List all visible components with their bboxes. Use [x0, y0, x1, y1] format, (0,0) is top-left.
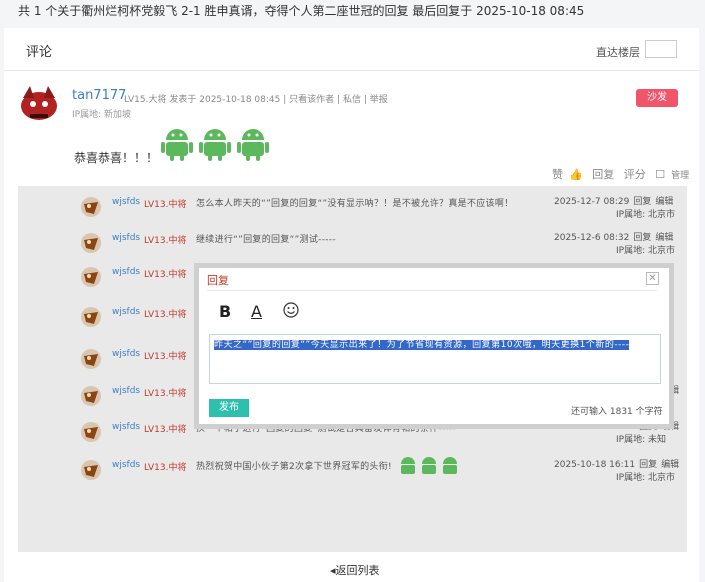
- reply-avatar[interactable]: [80, 196, 102, 218]
- reply-time: 2025-12-6 08:32: [554, 233, 630, 243]
- post-username[interactable]: tan7177: [72, 88, 126, 103]
- user-avatar[interactable]: [18, 84, 60, 124]
- sofa-badge: 沙发: [636, 89, 678, 107]
- close-icon[interactable]: ✕: [646, 272, 659, 285]
- back-to-list-link[interactable]: ◂返回列表: [330, 562, 380, 578]
- reply-avatar[interactable]: [80, 385, 102, 407]
- char-remaining: 还可输入 1831 个字符: [571, 407, 663, 417]
- reply-button[interactable]: 回复: [592, 168, 614, 181]
- thread-summary-text: 共 1 个关于衢州烂柯杯党毅飞 2-1 胜申真谞，夺得个人第二座世冠的回复 最后…: [18, 4, 585, 18]
- reply-user-level: LV13.中将: [144, 200, 187, 210]
- reply-avatar[interactable]: [80, 421, 102, 443]
- private-message-link[interactable]: 私信: [343, 95, 361, 105]
- reply-avatar[interactable]: [80, 348, 102, 370]
- jump-floor-label: 直达楼层: [596, 46, 640, 59]
- reply-user-level: LV13.中将: [144, 270, 187, 280]
- post-date: 发表于 2025-10-18 08:45: [169, 95, 281, 105]
- reply-item: wjsfds LV13.中将 怎么本人昨天的“”回复的回复“”没有显示呐？！是不被允…: [18, 190, 687, 226]
- thumbs-up-icon[interactable]: 👍: [569, 168, 583, 181]
- bold-button[interactable]: B: [219, 302, 231, 321]
- manage-checkbox[interactable]: ☐: [655, 168, 665, 181]
- reply-user-level: LV13.中将: [144, 389, 187, 399]
- reply-username[interactable]: wjsfds: [112, 386, 140, 396]
- emoji-icon[interactable]: [283, 302, 299, 318]
- reply-reply-link[interactable]: 回复: [639, 460, 657, 470]
- post-actions: 赞 👍 回复 评分 ☐ 管理: [552, 166, 695, 182]
- reply-text: 热烈祝贺中国小伙子第2次拿下世界冠军的头衔!: [196, 462, 392, 472]
- thread-summary-bar: 共 1 个关于衢州烂柯杯党毅飞 2-1 胜申真谞，夺得个人第二座世冠的回复 最后…: [0, 0, 705, 22]
- rate-button[interactable]: 评分: [624, 168, 646, 181]
- reply-username[interactable]: wjsfds: [112, 197, 140, 207]
- reply-reply-link[interactable]: 回复: [633, 233, 651, 243]
- reply-avatar[interactable]: [80, 232, 102, 254]
- dialog-title: 回复: [207, 274, 229, 287]
- meta-sep: |: [337, 95, 341, 105]
- reply-avatar[interactable]: [80, 459, 102, 481]
- comments-header: 评论 直达楼层: [4, 28, 699, 71]
- reply-user-level: LV13.中将: [144, 236, 187, 246]
- reply-username[interactable]: wjsfds: [112, 422, 140, 432]
- reply-meta: 2025-12-7 08:29 回复 编辑: [554, 194, 673, 207]
- post-ip-location: IP属地: 新加坡: [72, 110, 131, 120]
- reply-username[interactable]: wjsfds: [112, 267, 140, 277]
- android-robot-icon: [161, 129, 269, 161]
- jump-floor-input[interactable]: [645, 40, 677, 58]
- comments-title: 评论: [26, 45, 53, 60]
- android-robot-icon: [401, 457, 457, 474]
- reply-username[interactable]: wjsfds: [112, 233, 140, 243]
- reply-user-level: LV13.中将: [144, 352, 187, 362]
- reply-edit-link[interactable]: 编辑: [661, 460, 679, 470]
- reply-time: 2025-12-7 08:29: [554, 197, 630, 207]
- reply-username[interactable]: wjsfds: [112, 307, 140, 317]
- reply-text: 怎么本人昨天的“”回复的回复“”没有显示呐？！是不被允许？真是不应该啊！: [196, 199, 514, 209]
- report-link[interactable]: 举报: [370, 95, 388, 105]
- reply-meta: 2025-10-18 16:11 回复 编辑: [554, 457, 679, 470]
- font-color-button[interactable]: A: [251, 302, 262, 321]
- reply-meta: 2025-12-6 08:32 回复 编辑: [554, 230, 673, 243]
- only-author-link[interactable]: 只看该作者: [289, 95, 334, 105]
- dialog-divider: [207, 290, 657, 291]
- reply-user-level: LV13.中将: [144, 463, 187, 473]
- reply-edit-link[interactable]: 编辑: [655, 233, 673, 243]
- reply-avatar[interactable]: [80, 306, 102, 328]
- reply-item: wjsfds LV13.中将 继续进行“”回复的回复“”测试----- 2025-12…: [18, 226, 687, 262]
- post-user-level: LV15.大将: [124, 95, 167, 105]
- publish-button[interactable]: 发布: [209, 399, 249, 417]
- reply-reply-link[interactable]: 回复: [633, 197, 651, 207]
- meta-sep: |: [363, 95, 367, 105]
- post-meta: LV15.大将 发表于 2025-10-18 08:45 | 只看该作者 | 私…: [124, 92, 388, 105]
- post-content: 恭喜恭喜！！！: [74, 151, 159, 165]
- reply-username[interactable]: wjsfds: [112, 460, 140, 470]
- reply-edit-link[interactable]: 编辑: [655, 197, 673, 207]
- editor-selected-text[interactable]: 昨天之“”回复的回复“”今天显示出来了！为了节省现有资源，回复第10次哦，明天更…: [214, 339, 654, 352]
- reply-ip-location: IP属地: 北京市: [616, 210, 675, 220]
- reply-user-level: LV13.中将: [144, 310, 187, 320]
- reply-time: 2025-10-18 16:11: [554, 460, 636, 470]
- meta-sep: |: [283, 95, 287, 105]
- reply-avatar[interactable]: [80, 266, 102, 288]
- reply-username[interactable]: wjsfds: [112, 349, 140, 359]
- reply-text: 继续进行“”回复的回复“”测试-----: [196, 235, 336, 245]
- reply-dialog: 回复 ✕ B A 昨天之“”回复的回复“”今天显示出来了！为了节省现有资源，回复…: [194, 263, 674, 429]
- reply-user-level: LV13.中将: [144, 425, 187, 435]
- like-button[interactable]: 赞: [552, 168, 563, 181]
- reply-ip-location: IP属地: 北京市: [616, 246, 675, 256]
- reply-item: wjsfds LV13.中将 热烈祝贺中国小伙子第2次拿下世界冠军的头衔! 2025-…: [18, 453, 687, 489]
- reply-ip-location: IP属地: 未知: [616, 435, 666, 445]
- reply-ip-location: IP属地: 北京市: [616, 473, 675, 483]
- reply-editor[interactable]: 昨天之“”回复的回复“”今天显示出来了！为了节省现有资源，回复第10次哦，明天更…: [209, 334, 661, 384]
- manage-label: 管理: [671, 171, 690, 181]
